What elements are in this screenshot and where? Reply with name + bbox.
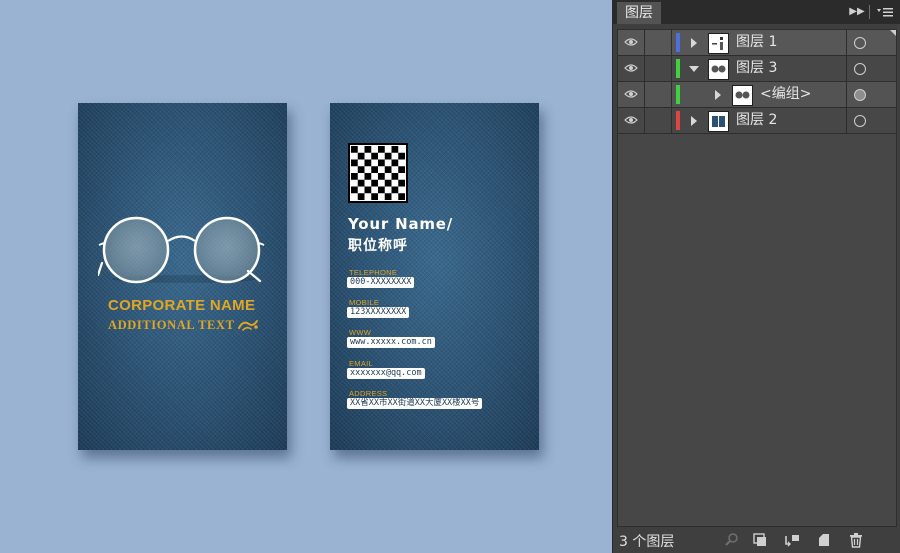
locate-object-button[interactable]	[723, 532, 741, 548]
layer-thumbnail	[708, 111, 729, 132]
artboard-canvas[interactable]: CORPORATE NAME ADDITIONAL TEXT Your Name…	[0, 0, 612, 553]
business-card-back[interactable]: Your Name/ 职位称呼 TELEPHONE 000-XXXXXXXX M…	[330, 103, 539, 450]
lock-toggle[interactable]	[645, 108, 672, 133]
contact-name: Your Name/	[348, 215, 454, 233]
eye-icon	[624, 116, 638, 124]
layer-row-1[interactable]: 图层 1	[618, 30, 896, 56]
trash-icon	[850, 533, 862, 548]
eye-icon	[624, 38, 638, 46]
layer-name[interactable]: 图层 2	[736, 111, 777, 130]
panel-footer: 3 个图层	[613, 528, 900, 553]
visibility-toggle[interactable]	[618, 108, 645, 133]
eye-icon	[624, 90, 638, 98]
lock-toggle[interactable]	[645, 56, 672, 81]
layer-color-indicator	[676, 33, 680, 52]
business-card-front[interactable]: CORPORATE NAME ADDITIONAL TEXT	[78, 103, 287, 450]
target-column-divider	[846, 30, 847, 55]
selection-corner-icon	[890, 30, 896, 36]
layer-name[interactable]: 图层 3	[736, 59, 777, 78]
additional-text-line: ADDITIONAL TEXT	[108, 318, 259, 333]
layer-color-indicator	[676, 59, 680, 78]
layer-thumbnail	[708, 33, 729, 54]
www-value: www.xxxxx.com.cn	[347, 337, 435, 348]
panel-menu-icon[interactable]	[875, 4, 895, 20]
target-column-divider	[846, 82, 847, 107]
mobile-value: 123XXXXXXXX	[347, 307, 410, 318]
layers-panel: 图层 ▶▶ 图层 1 图层 3 <编组> 图层 2 3 个图层	[612, 0, 900, 553]
glasses-graphic	[98, 216, 265, 284]
expand-triangle-icon[interactable]	[712, 89, 724, 101]
create-sublayer-button[interactable]	[783, 532, 801, 548]
new-sublayer-icon	[785, 535, 799, 547]
telephone-value: 000-XXXXXXXX	[347, 277, 415, 288]
layer-name[interactable]: 图层 1	[736, 33, 777, 52]
email-label: EMAIL	[349, 359, 374, 368]
clipping-mask-icon	[753, 533, 766, 546]
target-column-divider	[846, 108, 847, 133]
target-circle-icon[interactable]	[854, 63, 866, 75]
mobile-label: MOBILE	[349, 298, 380, 307]
lock-toggle[interactable]	[645, 82, 672, 107]
create-new-layer-button[interactable]	[815, 532, 833, 548]
telephone-label: TELEPHONE	[349, 268, 398, 277]
layers-list[interactable]: 图层 1 图层 3 <编组> 图层 2	[617, 29, 897, 527]
expand-triangle-icon[interactable]	[688, 37, 700, 49]
tab-layers[interactable]: 图层	[617, 2, 661, 24]
collapse-triangle-icon[interactable]	[688, 63, 700, 75]
target-circle-icon[interactable]	[854, 89, 866, 101]
panel-tabbar: 图层 ▶▶	[613, 0, 900, 24]
address-value: XX省XX市XX街道XX大厦XX楼XX号	[347, 398, 483, 409]
collapse-panel-icon[interactable]: ▶▶	[849, 4, 865, 20]
new-layer-icon	[819, 534, 829, 546]
expand-triangle-icon[interactable]	[688, 115, 700, 127]
email-value: xxxxxxx@qq.com	[347, 368, 425, 379]
layer-color-indicator	[676, 111, 680, 130]
sublayer-row-group[interactable]: <编组>	[618, 82, 896, 108]
layer-row-3[interactable]: 图层 3	[618, 56, 896, 82]
lock-toggle[interactable]	[645, 30, 672, 55]
target-column-divider	[846, 56, 847, 81]
layer-row-2[interactable]: 图层 2	[618, 108, 896, 134]
additional-text: ADDITIONAL TEXT	[108, 318, 235, 332]
www-label: WWW	[349, 328, 372, 337]
layer-name[interactable]: <编组>	[760, 85, 811, 104]
visibility-toggle[interactable]	[618, 56, 645, 81]
visibility-toggle[interactable]	[618, 82, 645, 107]
contact-position: 职位称呼	[348, 238, 408, 254]
group-thumbnail	[732, 85, 753, 106]
target-circle-icon[interactable]	[854, 115, 866, 127]
search-icon	[725, 533, 738, 546]
qr-code-graphic	[348, 143, 408, 203]
tabbar-divider	[869, 5, 870, 19]
make-clipping-mask-button[interactable]	[751, 532, 769, 548]
address-label: ADDRESS	[349, 389, 388, 398]
swirl-logo-icon	[237, 320, 258, 331]
eye-icon	[624, 64, 638, 72]
delete-layer-button[interactable]	[847, 532, 865, 548]
visibility-toggle[interactable]	[618, 30, 645, 55]
target-circle-icon[interactable]	[854, 37, 866, 49]
corporate-name: CORPORATE NAME	[108, 297, 256, 314]
layer-count: 3 个图层	[619, 534, 675, 550]
layer-thumbnail	[708, 59, 729, 80]
layer-color-indicator	[676, 85, 680, 104]
